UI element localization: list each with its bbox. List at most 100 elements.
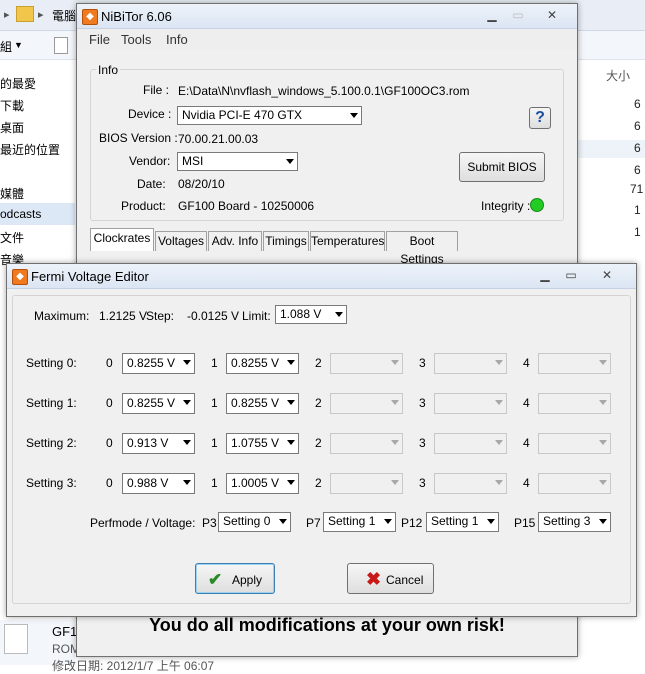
step-value: -0.0125 V <box>187 309 240 323</box>
tab-clockrates[interactable]: Clockrates <box>90 228 154 251</box>
voltage-select[interactable]: 0.8255 V <box>122 353 195 374</box>
perfmode-select[interactable]: Setting 0 <box>218 512 291 532</box>
bios-version-value: 70.00.21.00.03 <box>178 132 259 146</box>
limit-value: 1.088 V <box>280 307 322 321</box>
nibitor-titlebar[interactable]: ◆ NiBiTor 6.06 ▁ ▭ ✕ <box>77 4 577 29</box>
voltage-value: 1.0755 V <box>231 436 280 450</box>
chevron-down-icon <box>599 440 607 445</box>
date-value: 08/20/10 <box>178 177 225 191</box>
nav-item-favorites[interactable]: 的最愛 <box>0 75 36 92</box>
page-icon <box>54 37 68 54</box>
voltage-select[interactable]: 0.8255 V <box>226 353 299 374</box>
editor-titlebar[interactable]: ◆ Fermi Voltage Editor ▁ ▭ ✕ <box>7 264 636 289</box>
column-header-size[interactable]: 大小 <box>606 67 630 84</box>
maximize-icon[interactable]: ▭ <box>558 267 584 283</box>
perfmode-label-0: P3 <box>202 516 217 530</box>
file-value: E:\Data\N\nvflash_windows_5.100.0.1\GF10… <box>178 84 470 98</box>
breadcrumb[interactable]: 電腦 <box>52 7 76 24</box>
voltage-index-label: 0 <box>106 396 113 410</box>
voltage-index-label: 1 <box>211 356 218 370</box>
back-arrow-icon[interactable]: ▸ <box>4 8 10 21</box>
chevron-down-icon <box>495 400 503 405</box>
close-icon[interactable]: ✕ <box>535 7 569 23</box>
help-button[interactable]: ? <box>529 107 551 129</box>
voltage-select[interactable] <box>330 473 403 494</box>
voltage-select[interactable] <box>434 433 507 454</box>
close-icon[interactable]: ✕ <box>590 267 624 283</box>
step-label: Step: <box>146 309 175 323</box>
menu-info[interactable]: Info <box>166 32 188 47</box>
organize-button[interactable]: 組 <box>0 38 12 55</box>
voltage-select[interactable] <box>434 473 507 494</box>
submit-bios-button[interactable]: Submit BIOS <box>459 152 545 182</box>
menu-file[interactable]: File <box>89 32 110 47</box>
perfmode-select[interactable]: Setting 1 <box>426 512 499 532</box>
perfmode-select[interactable]: Setting 1 <box>323 512 396 532</box>
nav-item-recent[interactable]: 最近的位置 <box>0 141 60 158</box>
maximize-icon[interactable]: ▭ <box>505 7 531 23</box>
chevron-down-icon <box>335 312 343 317</box>
voltage-select[interactable] <box>434 353 507 374</box>
date-label: Date: <box>137 177 166 191</box>
minimize-icon[interactable]: ▁ <box>532 267 558 283</box>
voltage-select[interactable]: 1.0755 V <box>226 433 299 454</box>
menu-tools[interactable]: Tools <box>121 32 151 47</box>
editor-title: Fermi Voltage Editor <box>31 269 149 284</box>
voltage-select[interactable]: 0.913 V <box>122 433 195 454</box>
voltage-select[interactable] <box>330 353 403 374</box>
voltage-select[interactable]: 0.8255 V <box>226 393 299 414</box>
apply-button[interactable]: ✔ Apply <box>195 563 275 594</box>
voltage-select[interactable] <box>434 393 507 414</box>
risk-warning: You do all modifications at your own ris… <box>149 615 505 635</box>
vendor-select[interactable]: MSI <box>177 152 298 171</box>
file-size: 71 <box>630 182 644 196</box>
breadcrumb-arrow-icon[interactable]: ▸ <box>38 8 44 21</box>
nav-item-media[interactable]: 媒體 <box>0 185 24 202</box>
perfmode-value: Setting 0 <box>223 514 271 528</box>
voltage-select[interactable] <box>330 433 403 454</box>
voltage-index-label: 1 <box>211 396 218 410</box>
voltage-select[interactable]: 0.988 V <box>122 473 195 494</box>
nav-item-downloads[interactable]: 下載 <box>0 97 24 114</box>
voltage-index-label: 3 <box>419 356 426 370</box>
device-select[interactable]: Nvidia PCI-E 470 GTX <box>177 106 362 125</box>
app-icon: ◆ <box>82 9 98 25</box>
menu-bar: File Tools Info <box>77 29 577 50</box>
voltage-select[interactable] <box>538 473 611 494</box>
chevron-down-icon <box>183 440 191 445</box>
voltage-select[interactable] <box>538 393 611 414</box>
window-title: NiBiTor 6.06 <box>101 9 172 24</box>
voltage-select[interactable] <box>330 393 403 414</box>
chevron-down-icon <box>495 440 503 445</box>
limit-select[interactable]: 1.088 V <box>275 305 347 324</box>
chevron-down-icon <box>350 113 358 118</box>
voltage-select[interactable] <box>538 353 611 374</box>
tab-timings[interactable]: Timings <box>263 231 309 251</box>
bios-version-label: BIOS Version : <box>99 131 178 145</box>
nav-item-podcasts[interactable]: odcasts <box>0 207 41 221</box>
chevron-down-icon <box>279 519 287 524</box>
voltage-index-label: 3 <box>419 436 426 450</box>
minimize-icon[interactable]: ▁ <box>479 7 505 23</box>
chevron-down-icon <box>599 400 607 405</box>
tab-adv-info[interactable]: Adv. Info <box>208 231 262 251</box>
voltage-select[interactable] <box>538 433 611 454</box>
voltage-index-label: 3 <box>419 476 426 490</box>
cancel-button[interactable]: ✖ Cancel <box>347 563 434 594</box>
nav-item-documents[interactable]: 文件 <box>0 229 24 246</box>
tab-boot-settings[interactable]: Boot Settings <box>386 231 458 266</box>
chevron-down-icon <box>495 480 503 485</box>
chevron-down-icon <box>391 360 399 365</box>
chevron-down-icon <box>183 480 191 485</box>
voltage-select[interactable]: 1.0005 V <box>226 473 299 494</box>
voltage-value: 0.8255 V <box>127 396 176 410</box>
perfmode-select[interactable]: Setting 3 <box>538 512 611 532</box>
tab-voltages[interactable]: Voltages <box>155 231 207 251</box>
tab-temperatures[interactable]: Temperatures <box>310 231 385 251</box>
voltage-select[interactable]: 0.8255 V <box>122 393 195 414</box>
voltage-editor-window: ◆ Fermi Voltage Editor ▁ ▭ ✕ Maximum: 1.… <box>6 263 637 617</box>
file-size: 1 <box>634 203 641 217</box>
file-size: 6 <box>634 97 641 111</box>
file-size: 6 <box>634 141 641 155</box>
nav-item-desktop[interactable]: 桌面 <box>0 119 24 136</box>
